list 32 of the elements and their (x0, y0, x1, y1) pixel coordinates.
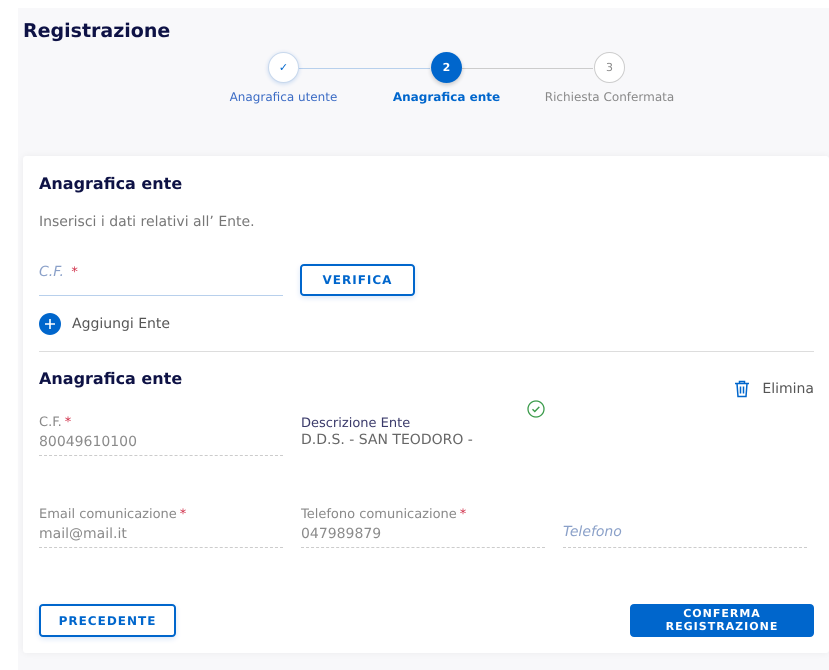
input-field[interactable]: C.F. * (39, 264, 283, 296)
delete-link[interactable]: Elimina (762, 381, 814, 397)
step-label[interactable]: Richiesta Confermata (544, 90, 674, 104)
field-value: mail@mail.it (39, 526, 128, 542)
required-mark: * (71, 265, 78, 280)
required-mark: * (180, 507, 186, 522)
field-value: D.D.S. - SAN TEODORO - (301, 432, 474, 448)
field-label: Email comunicazione (39, 507, 177, 522)
field-value: 047989879 (301, 526, 382, 542)
required-mark: * (460, 507, 466, 522)
step-circle[interactable]: 3 (594, 52, 625, 83)
step-circle[interactable]: 2 (431, 52, 462, 83)
section-title: Anagrafica ente (39, 174, 184, 193)
step-label[interactable]: Anagrafica utente (230, 90, 338, 104)
field-label: Telefono comunicazione (301, 507, 457, 522)
back-button[interactable]: PRECEDENTE (39, 604, 176, 637)
page-title: Registrazione (23, 20, 172, 42)
field-value: 80049610100 (39, 434, 138, 450)
add-entity-link[interactable]: Aggiungi Ente (72, 316, 170, 332)
verify-button[interactable]: VERIFICA (300, 264, 415, 296)
step-label[interactable]: Anagrafica ente (392, 90, 500, 104)
step-circle[interactable]: ✓ (268, 52, 299, 83)
placeholder-text: C.F. (39, 264, 64, 280)
required-mark: * (64, 415, 72, 430)
section-description: Inserisci i dati relativi all’ Ente. (39, 214, 256, 230)
trash-icon[interactable] (734, 380, 750, 398)
field-label: C.F. (39, 415, 62, 430)
field-label: Descrizione Ente (301, 416, 410, 431)
section-title: Anagrafica ente (39, 369, 182, 390)
confirm-button[interactable]: CONFERMA REGISTRAZIONE (630, 604, 814, 637)
add-icon[interactable] (39, 313, 61, 335)
placeholder-text: Telefono (563, 524, 623, 540)
